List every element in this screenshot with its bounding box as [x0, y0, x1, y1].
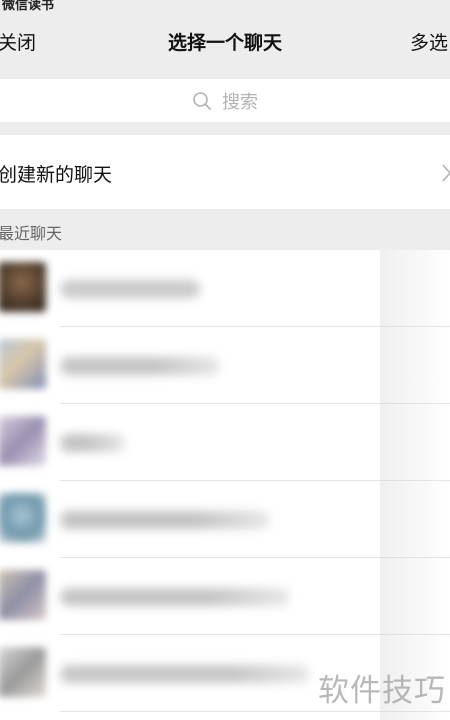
recent-chats-label: 最近聊天 — [0, 224, 63, 243]
blurred-chat-name — [60, 434, 125, 452]
blurred-chat-name — [60, 357, 220, 375]
avatar — [0, 416, 46, 466]
chevron-right-icon — [442, 164, 450, 182]
avatar — [0, 493, 46, 543]
blurred-chat-name — [60, 665, 310, 683]
create-new-chat-label: 创建新的聊天 — [0, 164, 113, 186]
avatar — [0, 647, 46, 697]
blurred-chat-name — [60, 511, 270, 529]
search-placeholder: 搜索 — [222, 91, 258, 113]
avatar — [0, 339, 46, 389]
search-placeholder-group: 搜索 — [192, 88, 258, 114]
search-input[interactable]: 搜索 — [0, 79, 450, 122]
overlay-shadow — [380, 250, 450, 720]
multi-select-button[interactable]: 多选 — [410, 28, 448, 55]
blurred-chat-name — [60, 280, 200, 298]
avatar — [0, 262, 46, 312]
watermark: 软件技巧 — [318, 673, 446, 709]
avatar — [0, 570, 46, 620]
blurred-chat-name — [60, 588, 290, 606]
page-title: 选择一个聊天 — [167, 32, 282, 54]
status-app-name: 微信读书 — [2, 0, 55, 13]
search-icon — [193, 91, 211, 110]
navbar: 关闭 选择一个聊天 多选 — [0, 20, 450, 62]
chat-picker-screen: 微信读书 关闭 选择一个聊天 多选 搜索 创建新的聊天 最近聊天 软件技巧 — [0, 0, 450, 720]
create-new-chat-item[interactable]: 创建新的聊天 — [0, 135, 450, 209]
